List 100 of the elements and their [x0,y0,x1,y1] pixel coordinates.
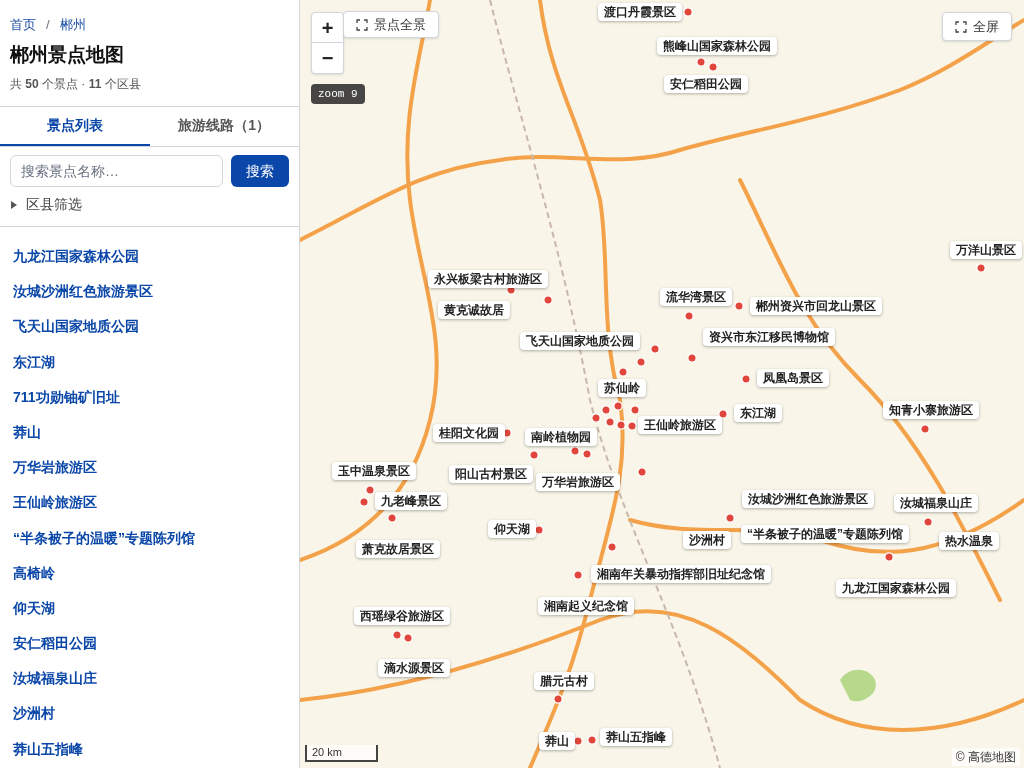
map-marker-label[interactable]: 凤凰岛景区 [757,369,829,387]
spot-link[interactable]: 东江湖 [13,344,286,380]
map-pin-icon[interactable] [734,301,744,311]
spot-link[interactable]: 沙洲村 [13,696,286,732]
map-pin-icon[interactable] [607,542,617,552]
map-pin-icon[interactable] [923,517,933,527]
map-pin-icon[interactable] [403,633,413,643]
map-marker-label[interactable]: 桂阳文化园 [433,424,505,442]
tab[interactable]: 旅游线路（1） [149,107,299,146]
spot-link[interactable]: 汝城沙洲红色旅游景区 [13,274,286,310]
spot-link[interactable]: 高椅岭 [13,555,286,591]
map-pin-icon[interactable] [573,570,583,580]
map-marker-label[interactable]: 玉中温泉景区 [332,462,416,480]
map-pin-icon[interactable] [976,263,986,273]
map-pin-icon[interactable] [920,424,930,434]
map-marker-label[interactable]: 湘南年关暴动指挥部旧址纪念馆 [591,565,771,583]
map-pin-icon[interactable] [392,630,402,640]
map-marker-label[interactable]: 南岭植物园 [525,428,597,446]
map-pin-icon[interactable] [587,735,597,745]
map-pin-icon[interactable] [591,413,601,423]
map-marker-label[interactable]: 九龙江国家森林公园 [836,579,956,597]
map-pin-icon[interactable] [718,409,728,419]
spot-link[interactable]: “半条被子的温暖”专题陈列馆 [13,520,286,556]
map-pin-icon[interactable] [708,62,718,72]
map-marker-label[interactable]: 安仁稻田公园 [664,75,748,93]
map-pin-icon[interactable] [534,525,544,535]
spot-link[interactable]: 王仙岭旅游区 [13,485,286,521]
map-marker-label[interactable]: 汝城福泉山庄 [894,494,978,512]
map-pin-icon[interactable] [636,357,646,367]
map-marker-label[interactable]: 王仙岭旅游区 [638,416,722,434]
map-marker-label[interactable]: 郴州资兴市回龙山景区 [750,297,882,315]
search-field[interactable]: 搜索景点名称… [10,155,223,187]
map-pin-icon[interactable] [637,467,647,477]
tab[interactable]: 景点列表 [0,107,150,146]
map-marker-label[interactable]: 苏仙岭 [598,379,646,397]
map-marker-label[interactable]: 腊元古村 [534,672,594,690]
district-filter-toggle[interactable]: 区县筛选 [0,187,299,227]
map-pin-icon[interactable] [618,367,628,377]
map-pin-icon[interactable] [650,344,660,354]
map-pin-icon[interactable] [359,497,369,507]
overview-button[interactable]: 景点全景 [343,11,439,38]
map-pin-icon[interactable] [553,694,563,704]
map-marker-label[interactable]: 资兴市东江移民博物馆 [703,328,835,346]
map-background[interactable] [300,0,1024,768]
map-pin-icon[interactable] [529,450,539,460]
map-pin-icon[interactable] [616,420,626,430]
map-pin-icon[interactable] [684,311,694,321]
spot-link[interactable]: 711功勋铀矿旧址 [13,379,286,415]
map-marker-label[interactable]: 飞天山国家地质公园 [520,332,640,350]
spot-link[interactable]: 汝城福泉山庄 [13,661,286,697]
map-marker-label[interactable]: 滴水源景区 [378,659,450,677]
map-marker-label[interactable]: 万华岩旅游区 [536,473,620,491]
map-marker-label[interactable]: 仰天湖 [488,520,536,538]
map-pin-icon[interactable] [582,449,592,459]
map-marker-label[interactable]: 万洋山景区 [950,241,1022,259]
map-pin-icon[interactable] [570,446,580,456]
map-pin-icon[interactable] [696,57,706,67]
map-marker-label[interactable]: 湘南起义纪念馆 [538,597,634,615]
map-marker-label[interactable]: “半条被子的温暖”专题陈列馆 [741,525,909,543]
spot-link[interactable]: 莽山五指峰 [13,731,286,767]
map-marker-label[interactable]: 东江湖 [734,404,782,422]
map-pin-icon[interactable] [601,405,611,415]
map-marker-label[interactable]: 热水温泉 [939,532,999,550]
spot-link[interactable]: 莽山 [13,414,286,451]
map-marker-label[interactable]: 汝城沙洲红色旅游景区 [742,490,874,508]
map-marker-label[interactable]: 莽山五指峰 [600,728,672,746]
map-marker-label[interactable]: 西瑶绿谷旅游区 [354,607,450,625]
map-pin-icon[interactable] [687,353,697,363]
map-marker-label[interactable]: 黄克诚故居 [438,301,510,319]
map-marker-label[interactable]: 莽山 [539,732,575,750]
spot-link[interactable]: 飞天山国家地质公园 [13,309,286,345]
map-marker-label[interactable]: 知青小寨旅游区 [883,401,979,419]
map-marker-label[interactable]: 阳山古村景区 [449,465,533,483]
spot-link[interactable]: 九龙江国家森林公园 [13,239,286,275]
breadcrumb-link[interactable]: 郴州 [59,15,86,35]
spot-link[interactable]: 安仁稻田公园 [13,626,286,662]
map-pin-icon[interactable] [741,374,751,384]
map-pin-icon[interactable] [365,485,375,495]
zoom-out-button[interactable]: − [312,43,343,73]
map-pin-icon[interactable] [627,421,637,431]
map-pin-icon[interactable] [725,513,735,523]
map-marker-label[interactable]: 熊峰山国家森林公园 [657,37,777,55]
map-pin-icon[interactable] [605,417,615,427]
map-pin-icon[interactable] [573,736,583,746]
map-marker-label[interactable]: 沙洲村 [683,531,731,549]
map-marker-label[interactable]: 永兴板梁古村旅游区 [428,270,548,288]
map-pin-icon[interactable] [683,7,693,17]
search-button[interactable]: 搜索 [231,155,289,187]
map-pin-icon[interactable] [613,401,623,411]
spot-link[interactable]: 万华岩旅游区 [13,450,286,486]
spot-link[interactable]: 仰天湖 [13,590,286,627]
fullscreen-button[interactable]: 全屏 [942,12,1012,41]
map-marker-label[interactable]: 流华湾景区 [660,288,732,306]
map-pin-icon[interactable] [884,552,894,562]
map-pin-icon[interactable] [630,405,640,415]
map-marker-label[interactable]: 萧克故居景区 [356,540,440,558]
breadcrumb-link[interactable]: 首页 [10,15,36,35]
map-pin-icon[interactable] [387,513,397,523]
map-marker-label[interactable]: 九老峰景区 [375,492,447,510]
map-pin-icon[interactable] [543,295,553,305]
